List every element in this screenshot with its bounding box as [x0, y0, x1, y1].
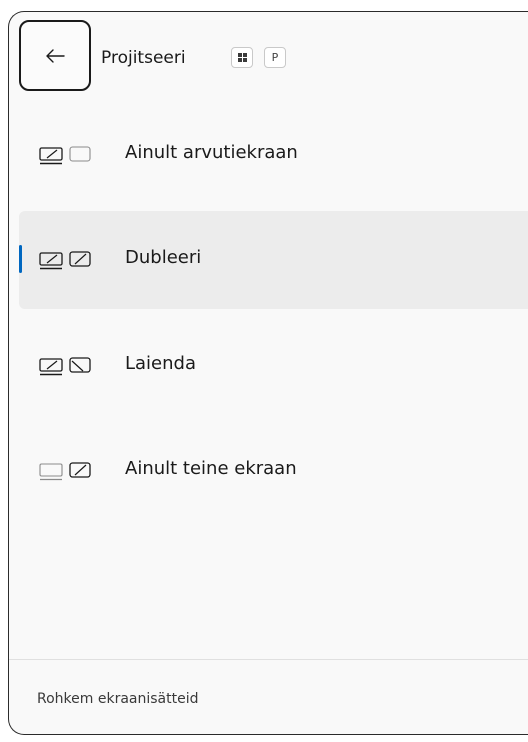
- pc-screen-only-icon: [39, 144, 107, 170]
- panel-header: Projitseeri P: [9, 12, 528, 102]
- duplicate-icon: [39, 249, 107, 275]
- extend-icon: [39, 355, 107, 381]
- option-duplicate[interactable]: Dubleeri: [19, 211, 528, 309]
- option-extend[interactable]: Laienda: [19, 317, 528, 415]
- option-label: Ainult teine ekraan: [125, 458, 297, 479]
- windows-logo-icon: [237, 53, 247, 62]
- option-label: Dubleeri: [125, 247, 202, 268]
- option-second-screen-only[interactable]: Ainult teine ekraan: [19, 422, 528, 520]
- option-label: Laienda: [125, 353, 196, 374]
- option-pc-screen-only[interactable]: Ainult arvutiekraan: [19, 106, 528, 204]
- footer-divider: [9, 659, 528, 660]
- windows-key-badge: [231, 47, 253, 68]
- more-display-settings-link[interactable]: Rohkem ekraanisätteid: [37, 690, 199, 708]
- selection-indicator: [19, 245, 22, 273]
- page-title: Projitseeri: [101, 48, 186, 68]
- p-key-badge: P: [264, 47, 286, 68]
- arrow-left-icon: [45, 48, 65, 64]
- project-panel: Projitseeri P Ainult arvutiekraan Dublee…: [8, 11, 528, 735]
- second-screen-only-icon: [39, 460, 107, 486]
- back-button[interactable]: [19, 20, 91, 91]
- option-label: Ainult arvutiekraan: [125, 142, 298, 163]
